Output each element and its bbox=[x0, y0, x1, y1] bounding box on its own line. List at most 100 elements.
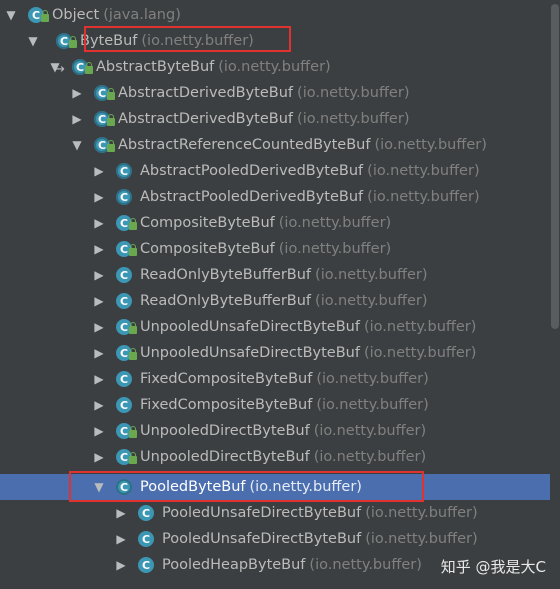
lock-icon bbox=[41, 10, 49, 22]
tree-row-pooledunsafedirectbytebuf[interactable]: ▶ C PooledUnsafeDirectByteBuf (io.netty.… bbox=[0, 526, 560, 552]
tree-row-readonlybytebufferbuf[interactable]: ▶ C ReadOnlyByteBufferBuf (io.netty.buff… bbox=[0, 262, 560, 288]
tree-row-object[interactable]: ▼ C Object (java.lang) bbox=[0, 2, 560, 28]
class-name: AbstractPooledDerivedByteBuf bbox=[140, 163, 364, 179]
class-name: AbstractDerivedByteBuf bbox=[118, 111, 294, 127]
expand-arrow-icon[interactable]: ▶ bbox=[114, 526, 128, 552]
lock-icon bbox=[107, 114, 115, 126]
lock-icon bbox=[69, 36, 77, 48]
tree-row-abstractreferencecountedbytebuf[interactable]: ▼ C AbstractReferenceCountedByteBuf (io.… bbox=[0, 132, 560, 158]
expand-arrow-icon[interactable]: ▶ bbox=[92, 184, 106, 210]
class-name: CompositeByteBuf bbox=[140, 241, 275, 257]
class-icon: C bbox=[114, 342, 137, 364]
abstract-class-icon: C bbox=[70, 56, 93, 78]
class-name: UnpooledDirectByteBuf bbox=[140, 449, 310, 465]
tree-row-compositebytebuf[interactable]: ▶ C CompositeByteBuf (io.netty.buffer) bbox=[0, 210, 560, 236]
tree-row-readonlybytebufferbuf[interactable]: ▶ C ReadOnlyByteBufferBuf (io.netty.buff… bbox=[0, 288, 560, 314]
package-name: (io.netty.buffer) bbox=[316, 397, 429, 413]
tree-row-unpooleddirectbytebuf[interactable]: ▶ C UnpooledDirectByteBuf (io.netty.buff… bbox=[0, 444, 560, 470]
abstract-class-icon: C bbox=[54, 30, 77, 52]
collapse-arrow-icon[interactable]: ▼ bbox=[26, 28, 40, 54]
class-icon: C bbox=[114, 446, 137, 468]
expand-arrow-icon[interactable]: ▶ bbox=[70, 106, 84, 132]
package-name: (io.netty.buffer) bbox=[363, 319, 477, 335]
lock-icon bbox=[129, 218, 137, 230]
scrollbar-thumb[interactable] bbox=[551, 4, 559, 329]
package-name: (io.netty.buffer) bbox=[367, 189, 480, 205]
expand-arrow-icon[interactable]: ▶ bbox=[92, 314, 106, 340]
expand-arrow-icon[interactable]: ▶ bbox=[92, 366, 106, 392]
tree-row-abstractbytebuf[interactable]: ▼ C AbstractByteBuf (io.netty.buffer) bbox=[0, 54, 560, 80]
highlight-box-bytebuf bbox=[84, 26, 291, 52]
class-name: UnpooledUnsafeDirectByteBuf bbox=[140, 319, 360, 335]
expand-arrow-icon[interactable]: ▶ bbox=[92, 210, 106, 236]
collapse-arrow-icon[interactable]: ▼ bbox=[70, 132, 84, 158]
tree-row-abstractpooledderivedbytebuf[interactable]: ▶ C AbstractPooledDerivedByteBuf (io.net… bbox=[0, 158, 560, 184]
tree-row-fixedcompositebytebuf[interactable]: ▶ C FixedCompositeByteBuf (io.netty.buff… bbox=[0, 366, 560, 392]
package-name: (io.netty.buffer) bbox=[278, 241, 392, 257]
class-name: UnpooledDirectByteBuf bbox=[140, 423, 310, 439]
class-name: AbstractDerivedByteBuf bbox=[118, 85, 294, 101]
class-icon: C bbox=[114, 316, 137, 338]
expand-arrow-icon[interactable]: ▶ bbox=[92, 158, 106, 184]
expand-arrow-icon[interactable]: ▶ bbox=[92, 418, 106, 444]
abstract-class-icon: C bbox=[92, 134, 115, 156]
package-name: (io.netty.buffer) bbox=[315, 267, 428, 283]
tree-row-unpooledunsafedirectbytebuf[interactable]: ▶ C UnpooledUnsafeDirectByteBuf (io.nett… bbox=[0, 340, 560, 366]
tree-row-abstractderivedbytebuf[interactable]: ▶ C AbstractDerivedByteBuf (io.netty.buf… bbox=[0, 106, 560, 132]
expand-arrow-icon[interactable]: ▶ bbox=[92, 340, 106, 366]
collapse-arrow-icon[interactable]: ▼ bbox=[48, 54, 62, 80]
package-name: (io.netty.buffer) bbox=[278, 215, 392, 231]
class-name: AbstractPooledDerivedByteBuf bbox=[140, 189, 364, 205]
package-name: (io.netty.buffer) bbox=[297, 85, 410, 101]
lock-icon bbox=[129, 452, 137, 464]
lock-icon bbox=[129, 244, 137, 256]
abstract-class-icon: C bbox=[114, 186, 136, 208]
lock-icon bbox=[129, 348, 137, 360]
lock-icon bbox=[107, 88, 115, 100]
expand-arrow-icon[interactable]: ▶ bbox=[114, 500, 128, 526]
class-icon: C bbox=[114, 290, 136, 312]
tree-row-fixedcompositebytebuf[interactable]: ▶ C FixedCompositeByteBuf (io.netty.buff… bbox=[0, 392, 560, 418]
package-name: (io.netty.buffer) bbox=[365, 505, 478, 521]
package-name: (io.netty.buffer) bbox=[365, 531, 478, 547]
tree-row-unpooledunsafedirectbytebuf[interactable]: ▶ C UnpooledUnsafeDirectByteBuf (io.nett… bbox=[0, 314, 560, 340]
class-icon: C bbox=[136, 554, 158, 576]
class-icon: C bbox=[114, 420, 137, 442]
class-name: FixedCompositeByteBuf bbox=[140, 397, 313, 413]
collapse-arrow-icon[interactable]: ▼ bbox=[4, 2, 18, 28]
expand-arrow-icon[interactable]: ▶ bbox=[92, 262, 106, 288]
abstract-class-icon: C bbox=[114, 160, 136, 182]
class-icon: C bbox=[114, 264, 136, 286]
package-name: (io.netty.buffer) bbox=[309, 557, 422, 573]
class-name: Object bbox=[52, 7, 100, 23]
expand-arrow-icon[interactable]: ▶ bbox=[92, 392, 106, 418]
tree-row-unpooleddirectbytebuf[interactable]: ▶ C UnpooledDirectByteBuf (io.netty.buff… bbox=[0, 418, 560, 444]
class-name: PooledUnsafeDirectByteBuf bbox=[162, 505, 362, 521]
expand-arrow-icon[interactable]: ▶ bbox=[92, 236, 106, 262]
class-name: ReadOnlyByteBufferBuf bbox=[140, 267, 312, 283]
highlight-box-pooledbytebuf bbox=[69, 471, 424, 502]
package-name: (java.lang) bbox=[103, 7, 181, 23]
tree-row-pooledunsafedirectbytebuf[interactable]: ▶ C PooledUnsafeDirectByteBuf (io.netty.… bbox=[0, 500, 560, 526]
vertical-scrollbar[interactable] bbox=[550, 0, 560, 589]
tree-row-abstractderivedbytebuf[interactable]: ▶ C AbstractDerivedByteBuf (io.netty.buf… bbox=[0, 80, 560, 106]
class-name: ReadOnlyByteBufferBuf bbox=[140, 293, 312, 309]
class-icon: C bbox=[114, 368, 136, 390]
expand-arrow-icon[interactable]: ▶ bbox=[114, 552, 128, 578]
class-icon: C bbox=[114, 394, 136, 416]
lock-icon bbox=[85, 62, 93, 74]
expand-arrow-icon[interactable]: ▶ bbox=[92, 288, 106, 314]
abstract-class-icon: C bbox=[92, 108, 115, 130]
package-name: (io.netty.buffer) bbox=[313, 449, 427, 465]
class-name: UnpooledUnsafeDirectByteBuf bbox=[140, 345, 360, 361]
tree-row-abstractpooledderivedbytebuf[interactable]: ▶ C AbstractPooledDerivedByteBuf (io.net… bbox=[0, 184, 560, 210]
package-name: (io.netty.buffer) bbox=[315, 293, 428, 309]
expand-arrow-icon[interactable]: ▶ bbox=[92, 444, 106, 470]
tree-row-compositebytebuf[interactable]: ▶ C CompositeByteBuf (io.netty.buffer) bbox=[0, 236, 560, 262]
class-icon: C bbox=[114, 212, 137, 234]
expand-arrow-icon[interactable]: ▶ bbox=[70, 80, 84, 106]
package-name: (io.netty.buffer) bbox=[297, 111, 410, 127]
package-name: (io.netty.buffer) bbox=[316, 371, 429, 387]
class-name: CompositeByteBuf bbox=[140, 215, 275, 231]
class-name: PooledUnsafeDirectByteBuf bbox=[162, 531, 362, 547]
